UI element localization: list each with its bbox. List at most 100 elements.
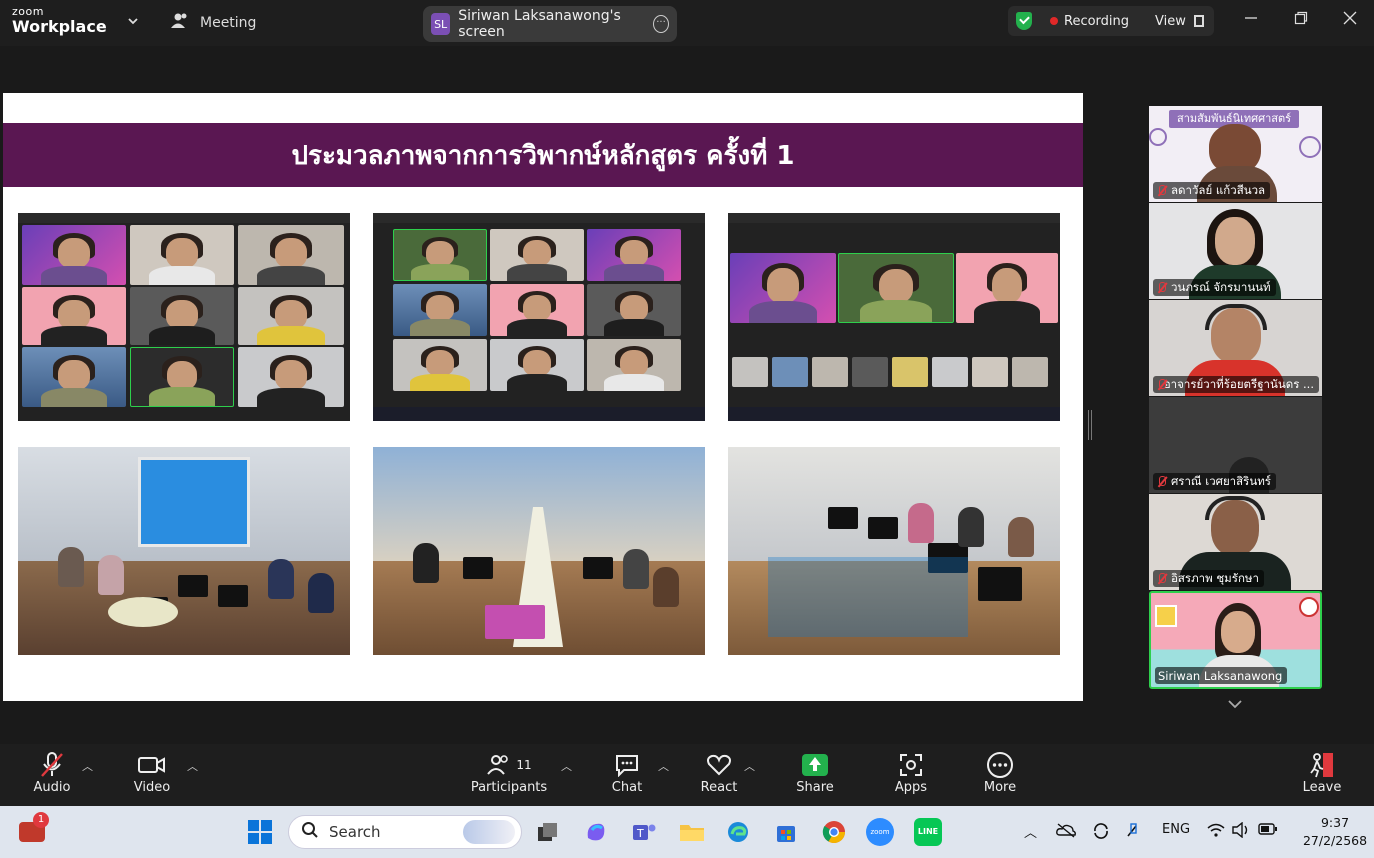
leave-label: Leave	[1302, 780, 1342, 795]
leave-button[interactable]: Leave	[1286, 750, 1358, 804]
view-button-label[interactable]: View	[1155, 14, 1186, 29]
participant-name: Siriwan Laksanawong	[1158, 668, 1283, 683]
more-options-icon[interactable]: ···	[653, 15, 670, 33]
logo-small-text: zoom	[12, 5, 44, 18]
windows-taskbar: 1 Search T zoom LINE ︿ ENG 9:37 27/2/256…	[0, 806, 1374, 858]
participant-name: อาจารย์วาที่ร้อยตรีฐานันดร ...	[1163, 376, 1314, 391]
chat-options-caret-icon[interactable]: ︿	[658, 758, 669, 774]
audio-button[interactable]: Audio	[16, 750, 88, 804]
heart-icon	[706, 750, 732, 780]
participant-name: ศราณี เวศยาสิรินทร์	[1171, 473, 1271, 488]
video-camera-icon	[138, 750, 166, 780]
gallery-scroll-down-icon[interactable]	[1226, 698, 1244, 712]
meeting-menu-button[interactable]: Meeting	[170, 10, 256, 36]
participants-label: Participants	[470, 780, 548, 795]
wifi-icon[interactable]	[1207, 822, 1225, 842]
react-label: React	[700, 780, 738, 795]
participant-tile-4[interactable]: ศราณี เวศยาสิรินทร์	[1149, 397, 1322, 493]
participants-button[interactable]: 11 Participants	[470, 750, 548, 804]
search-placeholder: Search	[329, 823, 381, 841]
view-layout-icon[interactable]	[1193, 15, 1204, 27]
minimize-icon[interactable]	[1236, 10, 1266, 32]
slide-photo-zoom-gallery-3	[728, 213, 1060, 421]
system-clock[interactable]: 9:37 27/2/2568	[1300, 814, 1370, 850]
copilot-icon[interactable]	[580, 816, 612, 848]
volume-icon[interactable]	[1232, 821, 1250, 842]
input-language[interactable]: ENG	[1162, 822, 1190, 837]
participant-name: อิสรภาพ ชุมรักษา	[1171, 570, 1259, 585]
chrome-icon[interactable]	[818, 816, 850, 848]
more-label: More	[983, 780, 1017, 795]
close-icon[interactable]	[1335, 10, 1365, 32]
microsoft-store-icon[interactable]	[770, 816, 802, 848]
audio-options-caret-icon[interactable]: ︿	[82, 758, 93, 774]
more-button[interactable]: More	[964, 750, 1036, 804]
mic-muted-icon	[1156, 572, 1168, 585]
taskbar-search-box[interactable]: Search	[288, 815, 522, 849]
clock-date: 27/2/2568	[1302, 833, 1368, 848]
windows-start-icon[interactable]	[244, 816, 276, 848]
participant-tile-3[interactable]: อาจารย์วาที่ร้อยตรีฐานันดร ...	[1149, 300, 1322, 396]
audio-label: Audio	[33, 780, 71, 795]
teams-icon[interactable]: T	[628, 816, 660, 848]
recording-status: Recording View	[1008, 6, 1214, 36]
participant-tile-active-speaker[interactable]: Siriwan Laksanawong	[1149, 591, 1322, 689]
react-options-caret-icon[interactable]: ︿	[744, 758, 755, 774]
video-label: Video	[133, 780, 171, 795]
svg-text:T: T	[636, 827, 644, 840]
chat-button[interactable]: Chat	[591, 750, 663, 804]
panel-resize-handle[interactable]	[1088, 410, 1092, 440]
file-explorer-icon[interactable]	[676, 816, 708, 848]
mic-muted-icon	[39, 750, 65, 780]
clock-time: 9:37	[1320, 815, 1350, 830]
participant-name: วนภรณ์ จักรมานนท์	[1171, 279, 1271, 294]
zoom-app-icon[interactable]: zoom	[864, 816, 896, 848]
mic-muted-icon	[1156, 378, 1166, 391]
participants-count: 11	[516, 758, 532, 772]
people-icon	[170, 12, 190, 34]
participant-tile-5[interactable]: อิสรภาพ ชุมรักษา	[1149, 494, 1322, 590]
recording-label[interactable]: Recording	[1064, 14, 1129, 29]
video-options-caret-icon[interactable]: ︿	[187, 758, 198, 774]
sync-icon[interactable]	[1092, 822, 1110, 844]
participant-tile-1[interactable]: สามสัมพันธ์นิเทศศาสตร์ ลดาวัลย์ แก้วสีนว…	[1149, 106, 1322, 202]
search-highlight-image	[463, 820, 515, 844]
participants-options-caret-icon[interactable]: ︿	[561, 758, 572, 774]
onedrive-icon[interactable]	[1056, 822, 1076, 842]
zoom-workplace-logo: zoom Workplace	[12, 6, 107, 35]
shared-slide: ประมวลภาพจากการวิพากษ์หลักสูตร ครั้งที่ …	[3, 93, 1083, 701]
show-hidden-icons-icon[interactable]: ︿	[1024, 822, 1037, 841]
slide-photo-zoom-gallery-1	[18, 213, 350, 421]
chat-icon	[614, 750, 640, 780]
share-label: Share	[796, 780, 834, 795]
screen-share-indicator[interactable]: SL Siriwan Laksanawong's screen ···	[423, 6, 677, 42]
share-screen-button[interactable]: Share	[779, 750, 851, 804]
line-app-icon[interactable]: LINE	[912, 816, 944, 848]
share-screen-icon	[802, 754, 828, 776]
recording-dot-icon	[1050, 17, 1058, 25]
participants-icon: 11	[486, 750, 532, 780]
slide-photo-meeting-room-3	[728, 447, 1060, 655]
participant-tile-2[interactable]: วนภรณ์ จักรมานนท์	[1149, 203, 1322, 299]
slide-photo-zoom-gallery-2	[373, 213, 705, 421]
slide-photo-meeting-room-2	[373, 447, 705, 655]
video-button[interactable]: Video	[116, 750, 188, 804]
chevron-down-icon[interactable]	[126, 14, 140, 28]
edge-browser-icon[interactable]	[722, 816, 754, 848]
chat-label: Chat	[611, 780, 643, 795]
task-view-icon[interactable]	[532, 816, 564, 848]
slide-photo-meeting-room-1	[18, 447, 350, 655]
meeting-label: Meeting	[200, 15, 257, 31]
share-label: Siriwan Laksanawong's screen	[458, 8, 621, 40]
encryption-shield-icon[interactable]	[1016, 12, 1032, 30]
more-ellipsis-icon	[986, 750, 1014, 780]
apps-icon	[898, 750, 924, 780]
news-widget-icon[interactable]: 1	[16, 812, 49, 848]
apps-button[interactable]: Apps	[875, 750, 947, 804]
pen-input-icon[interactable]	[1124, 822, 1144, 844]
battery-icon[interactable]	[1258, 822, 1278, 840]
leave-door-icon	[1308, 750, 1336, 780]
slide-title: ประมวลภาพจากการวิพากษ์หลักสูตร ครั้งที่ …	[3, 123, 1083, 187]
search-icon	[301, 821, 319, 843]
restore-icon[interactable]	[1286, 10, 1316, 32]
